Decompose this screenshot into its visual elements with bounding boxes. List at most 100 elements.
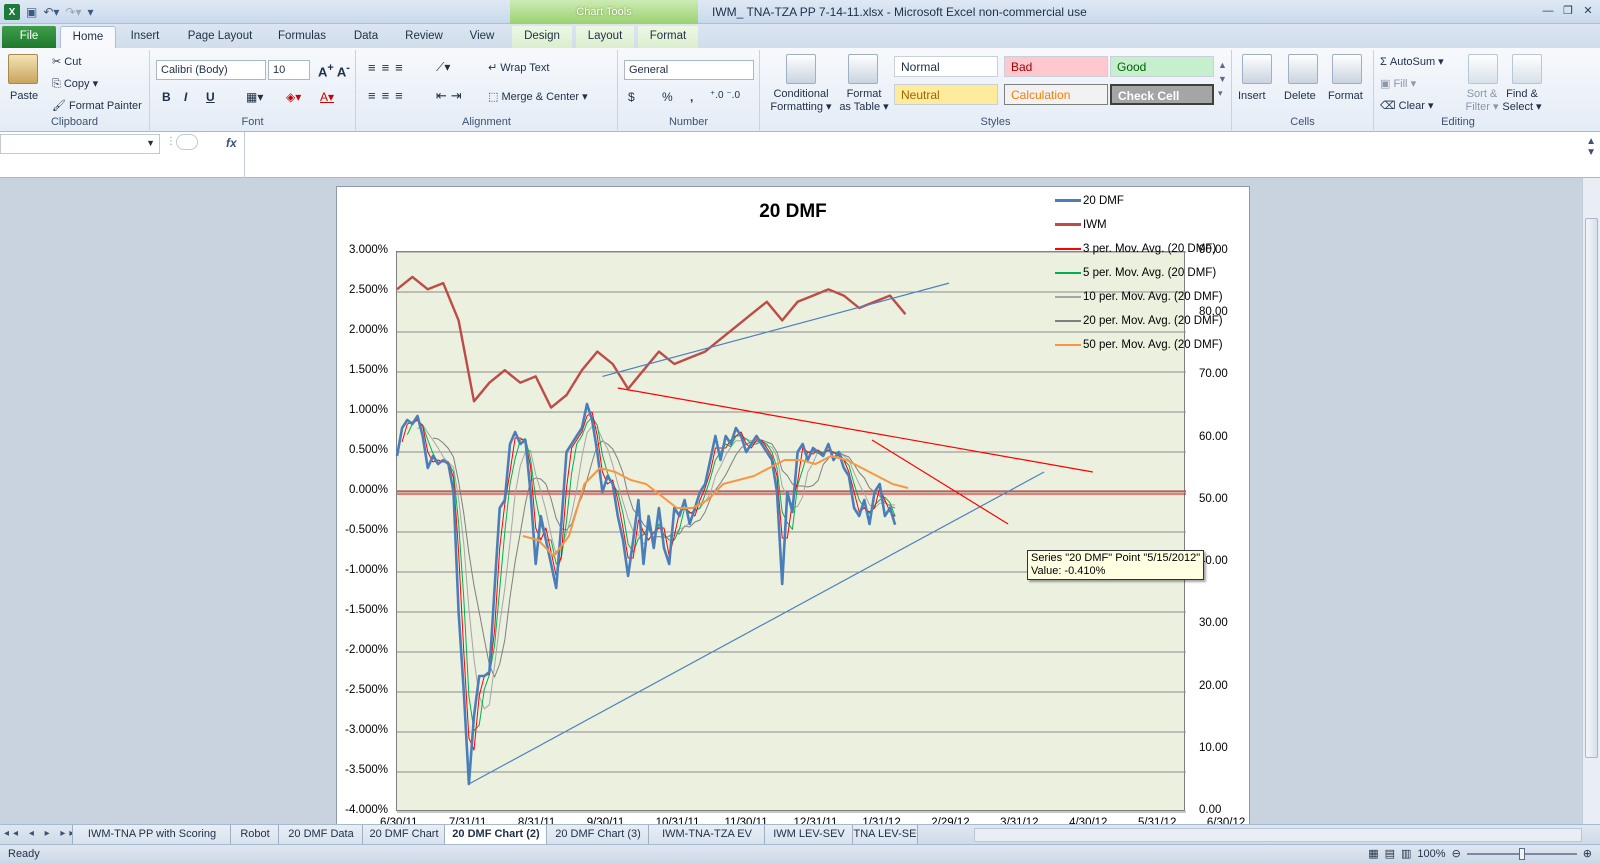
excel-app-icon[interactable]: X — [4, 4, 20, 20]
legend-item[interactable]: 5 per. Mov. Avg. (20 DMF) — [1055, 267, 1216, 285]
sort-filter-button[interactable]: Sort & Filter ▾ — [1460, 88, 1504, 114]
plot-area[interactable] — [395, 251, 1186, 813]
vertical-scrollbar[interactable] — [1582, 178, 1600, 824]
minimize-icon[interactable]: — — [1540, 3, 1556, 19]
indent-icons[interactable]: ⇤⇥ — [436, 88, 466, 104]
sheet-tab-3[interactable]: 20 DMF Data — [278, 825, 364, 844]
copy-button[interactable]: ⎘ Copy ▾ — [52, 77, 98, 91]
cut-button[interactable]: ✂ Cut — [52, 55, 81, 68]
tab-formulas[interactable]: Formulas — [270, 26, 334, 48]
zoom-level[interactable]: 100% — [1417, 848, 1445, 860]
legend-item[interactable]: 3 per. Mov. Avg. (20 DMF) — [1055, 243, 1216, 261]
save-icon[interactable]: ▣ — [26, 5, 37, 19]
comma-button[interactable]: , — [690, 90, 693, 104]
tab-page-layout[interactable]: Page Layout — [180, 26, 260, 48]
sheet-tab-4[interactable]: 20 DMF Chart — [362, 825, 446, 844]
borders-icon[interactable]: ▦▾ — [246, 90, 263, 104]
sheet-tab-2[interactable]: Robot — [230, 825, 280, 844]
sheet-tab-6[interactable]: 20 DMF Chart (3) — [546, 825, 650, 844]
legend-item[interactable]: IWM — [1055, 219, 1107, 237]
legend-item[interactable]: 20 per. Mov. Avg. (20 DMF) — [1055, 315, 1223, 333]
redo-icon[interactable]: ↷▾ — [65, 5, 81, 19]
style-normal[interactable]: Normal — [894, 56, 998, 77]
sheet-tab-8[interactable]: IWM LEV-SEV — [764, 825, 854, 844]
horizontal-scrollbar[interactable] — [974, 828, 1582, 842]
sheet-tab-1[interactable]: IWM-TNA PP with Scoring — [72, 825, 232, 844]
style-good[interactable]: Good — [1110, 56, 1214, 77]
zoom-out-icon[interactable]: ⊖ — [1452, 847, 1461, 860]
clear-button[interactable]: ⌫ Clear ▾ — [1380, 99, 1434, 112]
sort-filter-icon[interactable] — [1468, 54, 1498, 84]
decimal-icons[interactable]: ⁺.0 ⁻.0 — [710, 90, 740, 101]
fill-button[interactable]: ▣ Fill ▾ — [1380, 77, 1416, 90]
tab-design[interactable]: Design — [512, 26, 572, 48]
insert-cells-icon[interactable] — [1242, 54, 1272, 84]
font-name-select[interactable]: Calibri (Body) — [156, 60, 266, 80]
number-format-select[interactable]: General — [624, 60, 754, 80]
grow-font-icon[interactable]: A+ A- — [318, 62, 350, 79]
style-bad[interactable]: Bad — [1004, 56, 1108, 77]
sheet-tab-5[interactable]: 20 DMF Chart (2) — [444, 825, 548, 845]
paste-icon[interactable] — [8, 54, 38, 84]
name-box-dropdown-icon[interactable]: ▼ — [146, 138, 155, 148]
paste-button[interactable]: Paste — [10, 90, 38, 102]
format-as-table-button[interactable]: Format as Table ▾ — [838, 88, 890, 113]
insert-cells-button[interactable]: Insert — [1238, 90, 1266, 102]
orientation-icon[interactable]: ⟋▾ — [436, 60, 450, 75]
trendline-resistance[interactable] — [617, 387, 1093, 473]
insert-function-button[interactable]: fx — [226, 136, 237, 150]
binoculars-icon[interactable] — [1512, 54, 1542, 84]
sheet-tab-7[interactable]: IWM-TNA-TZA EV — [648, 825, 766, 844]
chart-svg[interactable] — [395, 251, 1186, 813]
ma5-line[interactable] — [406, 416, 896, 732]
style-check-cell[interactable]: Check Cell — [1110, 84, 1214, 105]
style-neutral[interactable]: Neutral — [894, 84, 998, 105]
name-box[interactable]: ▼ — [0, 134, 160, 154]
autosum-button[interactable]: Σ AutoSum ▾ — [1380, 55, 1444, 68]
formula-bar-cancel-icon[interactable] — [176, 134, 198, 150]
conditional-formatting-icon[interactable] — [786, 54, 816, 84]
tab-file[interactable]: File — [2, 26, 56, 48]
iwm-line[interactable] — [396, 275, 907, 409]
normal-view-icon[interactable]: ▦ — [1368, 847, 1378, 860]
restore-icon[interactable]: ❐ — [1560, 3, 1576, 19]
styles-scroll-icon[interactable]: ▲ ▼ ▾ — [1218, 58, 1227, 100]
sheet-tab-9[interactable]: TNA LEV-SE — [852, 825, 918, 844]
page-layout-view-icon[interactable]: ▤ — [1385, 847, 1395, 860]
tab-view[interactable]: View — [460, 26, 504, 48]
trendline-short[interactable] — [871, 439, 1009, 525]
close-icon[interactable]: ✕ — [1580, 3, 1596, 19]
vertical-align-icons[interactable]: ≡≡≡ — [368, 60, 409, 75]
tab-format[interactable]: Format — [638, 26, 698, 48]
format-cells-icon[interactable] — [1332, 54, 1362, 84]
tab-home[interactable]: Home — [60, 26, 116, 48]
format-painter-button[interactable]: 🖌 Format Painter — [52, 99, 142, 112]
zoom-slider[interactable] — [1466, 847, 1577, 860]
bold-button[interactable]: B — [162, 90, 171, 104]
trendline-support[interactable] — [468, 471, 1045, 785]
zoom-in-icon[interactable]: ⊕ — [1583, 847, 1592, 860]
find-select-button[interactable]: Find & Select ▾ — [1502, 88, 1542, 114]
sheet-nav-arrows-icon[interactable]: ◂◂ ◂ ▸ ▸▸ — [4, 828, 78, 839]
underline-button[interactable]: U — [206, 90, 215, 104]
fill-color-icon[interactable]: ◈▾ — [286, 90, 301, 104]
tab-review[interactable]: Review — [398, 26, 450, 48]
font-color-icon[interactable]: A▾ — [320, 90, 334, 104]
vertical-scroll-thumb[interactable] — [1585, 218, 1598, 758]
customize-qat-icon[interactable]: ▾ — [88, 5, 94, 19]
page-break-view-icon[interactable]: ▥ — [1401, 847, 1411, 860]
currency-button[interactable]: $ — [628, 90, 635, 104]
delete-cells-button[interactable]: Delete — [1284, 90, 1316, 102]
conditional-formatting-button[interactable]: Conditional Formatting ▾ — [768, 88, 834, 113]
percent-button[interactable]: % — [662, 90, 673, 104]
style-calculation[interactable]: Calculation — [1004, 84, 1108, 105]
horizontal-align-icons[interactable]: ≡≡≡ — [368, 88, 409, 103]
tab-insert[interactable]: Insert — [120, 26, 170, 48]
formula-input[interactable] — [246, 132, 1582, 178]
format-cells-button[interactable]: Format — [1328, 90, 1363, 102]
tab-data[interactable]: Data — [344, 26, 388, 48]
wrap-text-button[interactable]: ↵ Wrap Text — [488, 61, 549, 74]
zoom-slider-thumb[interactable] — [1518, 847, 1525, 860]
undo-icon[interactable]: ↶▾ — [43, 5, 59, 19]
expand-formula-bar-icon[interactable]: ▲ ▼ — [1586, 136, 1596, 158]
